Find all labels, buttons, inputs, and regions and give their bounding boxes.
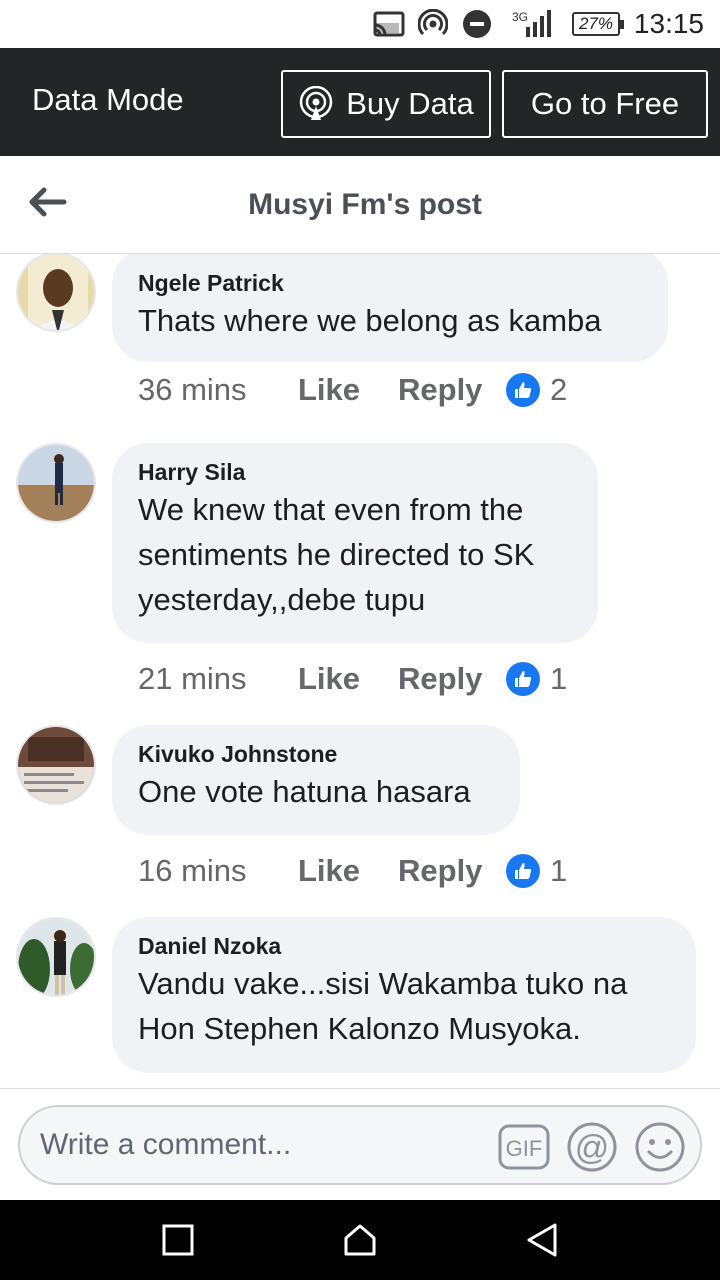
like-button[interactable]: Like xyxy=(298,853,398,889)
gif-icon[interactable]: GIF xyxy=(498,1121,550,1173)
comment-composer-bar: GIF @ xyxy=(0,1088,720,1200)
buy-data-button[interactable]: Buy Data xyxy=(281,70,491,138)
avatar[interactable] xyxy=(16,725,96,805)
gif-label: GIF xyxy=(506,1136,543,1161)
comment-time[interactable]: 16 mins xyxy=(138,853,298,889)
comment-time[interactable]: 36 mins xyxy=(138,372,298,408)
reply-button[interactable]: Reply xyxy=(398,372,506,408)
mention-label: @ xyxy=(575,1129,610,1167)
comment-bubble[interactable]: Ngele Patrick Thats where we belong as k… xyxy=(112,254,668,362)
reaction-count[interactable]: 1 xyxy=(550,661,567,697)
comment-author[interactable]: Ngele Patrick xyxy=(138,268,642,298)
hotspot-icon xyxy=(418,9,448,38)
comment-author[interactable]: Daniel Nzoka xyxy=(138,931,670,961)
android-nav-bar xyxy=(0,1200,720,1280)
comments-list[interactable]: Ngele Patrick Thats where we belong as k… xyxy=(0,254,720,1088)
reaction-count[interactable]: 2 xyxy=(550,372,567,408)
thumbs-up-icon[interactable] xyxy=(506,373,540,407)
comment-input[interactable] xyxy=(40,1121,480,1169)
comment-actions: 16 mins Like Reply 1 xyxy=(138,851,567,891)
signal-icon: 3G xyxy=(510,10,552,38)
avatar[interactable] xyxy=(16,254,96,332)
like-button[interactable]: Like xyxy=(298,661,398,697)
go-to-free-button[interactable]: Go to Free xyxy=(502,70,708,138)
network-type-label: 3G xyxy=(512,10,528,24)
reaction-count[interactable]: 1 xyxy=(550,853,567,889)
avatar[interactable] xyxy=(16,443,96,523)
comment-bubble[interactable]: Daniel Nzoka Vandu vake...sisi Wakamba t… xyxy=(112,917,696,1073)
comment-bubble[interactable]: Kivuko Johnstone One vote hatuna hasara xyxy=(112,725,520,835)
comment-text: Thats where we belong as kamba xyxy=(138,303,602,338)
comment-time[interactable]: 21 mins xyxy=(138,661,298,697)
reply-button[interactable]: Reply xyxy=(398,853,506,889)
comment-actions: 21 mins Like Reply 1 xyxy=(138,659,567,699)
nav-back-icon[interactable] xyxy=(520,1218,564,1262)
comment-bubble[interactable]: Harry Sila We knew that even from the se… xyxy=(112,443,598,643)
like-button[interactable]: Like xyxy=(298,372,398,408)
comment-composer[interactable]: GIF @ xyxy=(18,1105,702,1185)
cast-icon xyxy=(372,10,406,38)
nav-recents-icon[interactable] xyxy=(156,1218,200,1262)
battery-icon: 27% xyxy=(572,12,624,36)
post-header: Musyi Fm's post xyxy=(0,156,720,254)
go-to-free-label: Go to Free xyxy=(530,86,680,121)
do-not-disturb-icon xyxy=(462,10,492,38)
buy-data-label: Buy Data xyxy=(346,86,474,121)
comment-actions: 36 mins Like Reply 2 xyxy=(138,370,567,410)
data-mode-bar: Data Mode Buy Data Go to Free xyxy=(0,48,720,156)
comment-text: Vandu vake...sisi Wakamba tuko na Hon St… xyxy=(138,966,628,1046)
thumbs-up-icon[interactable] xyxy=(506,662,540,696)
page-title: Musyi Fm's post xyxy=(248,188,482,221)
nav-home-icon[interactable] xyxy=(338,1218,382,1262)
status-bar: 3G 27% 13:15 xyxy=(0,0,720,48)
clock: 13:15 xyxy=(633,8,704,39)
broadcast-icon xyxy=(298,86,334,122)
comment-author[interactable]: Kivuko Johnstone xyxy=(138,739,494,769)
comment-author[interactable]: Harry Sila xyxy=(138,457,572,487)
data-mode-label: Data Mode xyxy=(32,82,184,117)
mention-icon[interactable]: @ xyxy=(566,1121,618,1173)
comment-text: We knew that even from the sentiments he… xyxy=(138,492,535,617)
reply-button[interactable]: Reply xyxy=(398,661,506,697)
thumbs-up-icon[interactable] xyxy=(506,854,540,888)
avatar[interactable] xyxy=(16,917,96,997)
emoji-icon[interactable] xyxy=(634,1121,686,1173)
comment-text: One vote hatuna hasara xyxy=(138,774,471,809)
